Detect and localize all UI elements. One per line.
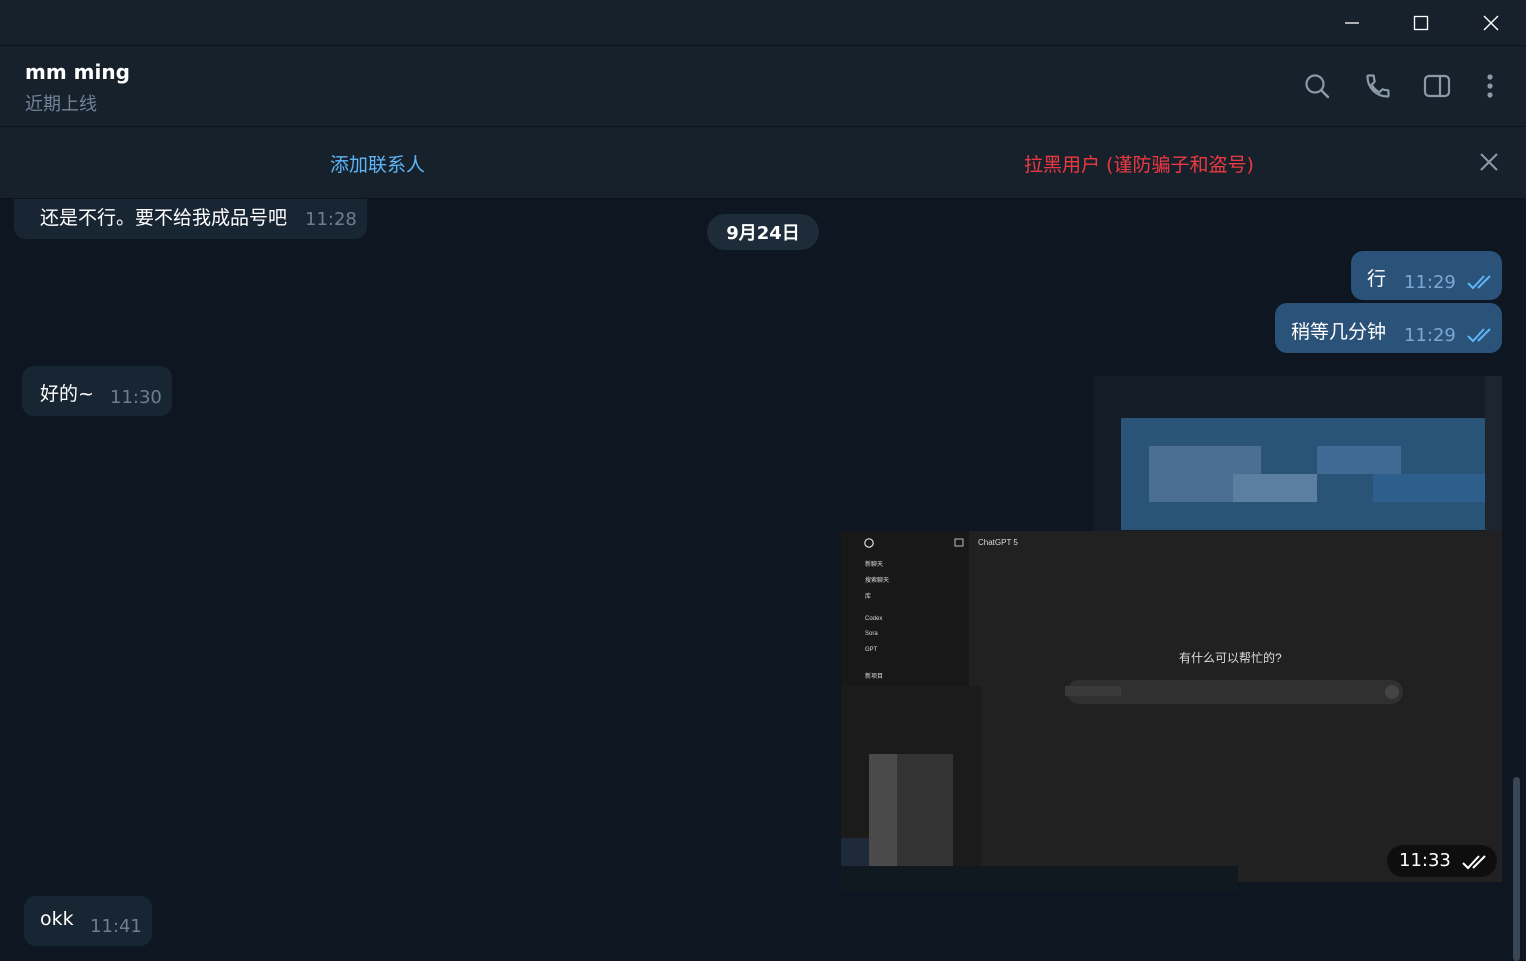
image-sidebar-item: Codex bbox=[865, 616, 883, 622]
read-checkmarks-icon bbox=[1467, 275, 1491, 290]
message-incoming[interactable]: 还是不行。要不给我成品号吧 11:28 bbox=[14, 199, 367, 239]
message-text: okk bbox=[40, 908, 74, 930]
sidebar-toggle-icon bbox=[1423, 74, 1451, 98]
add-contact-link[interactable]: 添加联系人 bbox=[330, 150, 425, 177]
message-time: 11:29 bbox=[1404, 325, 1456, 346]
search-icon bbox=[1305, 74, 1330, 99]
read-checkmarks-icon bbox=[1467, 328, 1491, 343]
message-time: 11:33 bbox=[1399, 850, 1451, 871]
contact-status: 近期上线 bbox=[25, 94, 97, 115]
message-image[interactable]: ChatGPT 5 新聊天 搜索聊天 库 Codex Sora GPT 新项目 … bbox=[841, 376, 1502, 892]
more-menu-button[interactable] bbox=[1472, 68, 1508, 104]
toggle-sidebar-button[interactable] bbox=[1419, 68, 1455, 104]
image-app-title: ChatGPT 5 bbox=[978, 538, 1018, 547]
message-incoming[interactable]: okk 11:41 bbox=[24, 896, 152, 946]
close-window-button[interactable] bbox=[1456, 0, 1526, 45]
contact-name[interactable]: mm ming bbox=[25, 60, 130, 84]
message-text: 稍等几分钟 bbox=[1291, 321, 1387, 343]
chat-header: mm ming 近期上线 bbox=[0, 45, 1526, 127]
message-outgoing[interactable]: 行 11:29 bbox=[1351, 251, 1502, 300]
image-time-badge: 11:33 bbox=[1387, 845, 1497, 877]
block-user-link[interactable]: 拉黑用户 (谨防骗子和盗号) bbox=[1024, 150, 1254, 177]
phone-icon bbox=[1366, 74, 1390, 98]
image-sidebar-item: 新项目 bbox=[865, 674, 884, 680]
image-sidebar-item: GPT bbox=[865, 647, 878, 653]
more-vertical-icon bbox=[1487, 74, 1493, 98]
date-separator: 9月24日 bbox=[707, 214, 819, 250]
message-text: 还是不行。要不给我成品号吧 bbox=[40, 207, 288, 229]
message-outgoing[interactable]: 稍等几分钟 11:29 bbox=[1275, 303, 1502, 353]
window-titlebar bbox=[0, 0, 1526, 45]
close-icon bbox=[1483, 15, 1499, 30]
openai-logo-icon bbox=[864, 538, 874, 548]
maximize-button[interactable] bbox=[1386, 0, 1456, 45]
image-sidebar-item: 搜索聊天 bbox=[865, 578, 890, 584]
message-time: 11:28 bbox=[305, 209, 357, 230]
minimize-icon bbox=[1345, 21, 1359, 24]
contact-action-bar: 添加联系人 拉黑用户 (谨防骗子和盗号) bbox=[0, 127, 1526, 199]
message-time: 11:29 bbox=[1404, 272, 1456, 293]
minimize-button[interactable] bbox=[1317, 0, 1387, 45]
scrollbar-thumb[interactable] bbox=[1513, 777, 1520, 961]
call-button[interactable] bbox=[1360, 68, 1396, 104]
close-banner-button[interactable] bbox=[1474, 147, 1504, 177]
message-list[interactable]: 还是不行。要不给我成品号吧 11:28 9月24日 行 11:29 稍等几分钟 … bbox=[0, 199, 1526, 961]
message-time: 11:30 bbox=[110, 387, 162, 408]
image-sidebar-item: Sora bbox=[865, 631, 878, 637]
message-text: 好的~ bbox=[40, 383, 94, 405]
message-incoming[interactable]: 好的~ 11:30 bbox=[22, 366, 172, 416]
image-sidebar-item: 新聊天 bbox=[865, 562, 884, 568]
sidebar-toggle-icon bbox=[954, 538, 964, 547]
maximize-icon bbox=[1413, 15, 1429, 30]
close-icon bbox=[1480, 153, 1498, 171]
image-prompt: 有什么可以帮忙的? bbox=[1179, 651, 1282, 665]
read-checkmarks-icon bbox=[1462, 855, 1486, 870]
search-button[interactable] bbox=[1299, 68, 1335, 104]
image-sidebar-item: 库 bbox=[865, 594, 872, 600]
message-text: 行 bbox=[1367, 268, 1387, 290]
message-time: 11:41 bbox=[90, 916, 142, 937]
